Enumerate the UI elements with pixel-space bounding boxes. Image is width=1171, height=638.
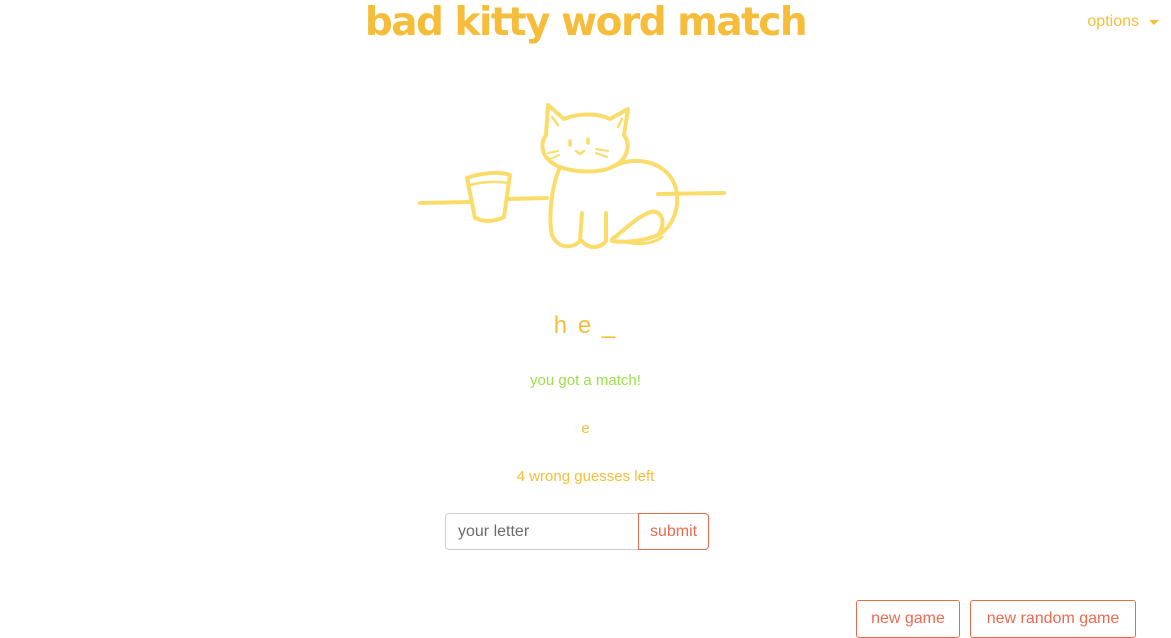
caret-down-icon [1149, 19, 1159, 25]
kitty-illustration [418, 103, 726, 249]
letter-input[interactable] [445, 513, 638, 550]
page-title: bad kitty word match [364, 0, 808, 45]
page: bad kitty word match options h e _ you g… [0, 0, 1171, 638]
new-game-button[interactable]: new game [856, 600, 960, 638]
guessed-letters: e [581, 420, 590, 437]
match-message: you got a match! [530, 372, 641, 389]
options-dropdown[interactable]: options [1087, 13, 1159, 31]
guess-form: submit [445, 513, 710, 550]
cup-icon [465, 170, 512, 223]
options-label: options [1087, 13, 1139, 30]
cat-head [540, 103, 630, 174]
submit-button[interactable]: submit [638, 513, 710, 550]
new-random-game-button[interactable]: new random game [970, 600, 1136, 638]
wrong-guesses-left: 4 wrong guesses left [516, 468, 655, 485]
word-display: h e _ [553, 312, 618, 339]
